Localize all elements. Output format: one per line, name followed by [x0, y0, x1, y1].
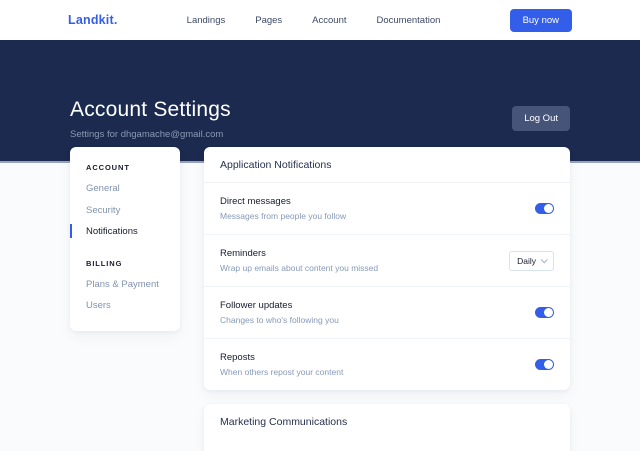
- marketing-communications-card: Marketing Communications: [204, 404, 570, 451]
- row-text: Direct messages Messages from people you…: [220, 196, 346, 221]
- hero-text: Account Settings Settings for dhgamache@…: [70, 98, 231, 140]
- reposts-toggle[interactable]: [535, 359, 554, 370]
- row-text: Reminders Wrap up emails about content y…: [220, 248, 378, 273]
- row-subtitle: When others repost your content: [220, 367, 343, 377]
- nav-links: Landings Pages Account Documentation: [118, 15, 510, 26]
- row-direct-messages: Direct messages Messages from people you…: [204, 183, 570, 234]
- chevron-down-icon: [541, 256, 548, 263]
- nav-link-pages[interactable]: Pages: [255, 15, 282, 26]
- row-follower-updates: Follower updates Changes to who's follow…: [204, 286, 570, 338]
- toggle-knob: [544, 308, 553, 317]
- page-subtitle: Settings for dhgamache@gmail.com: [70, 129, 231, 140]
- toggle-knob: [544, 204, 553, 213]
- row-title: Follower updates: [220, 300, 339, 311]
- sidebar-divider: [86, 247, 164, 259]
- hero-banner: Account Settings Settings for dhgamache@…: [0, 40, 640, 163]
- row-title: Reminders: [220, 248, 378, 259]
- row-reminders: Reminders Wrap up emails about content y…: [204, 234, 570, 286]
- sidebar-item-security[interactable]: Security: [86, 204, 164, 218]
- navbar: Landkit. Landings Pages Account Document…: [0, 0, 640, 40]
- row-text: Reposts When others repost your content: [220, 352, 343, 377]
- main-content: ACCOUNT General Security Notifications B…: [70, 147, 570, 451]
- sidebar-item-plans-payment[interactable]: Plans & Payment: [86, 278, 164, 292]
- card-header-marketing-communications: Marketing Communications: [204, 404, 570, 439]
- row-subtitle: Wrap up emails about content you missed: [220, 263, 378, 273]
- card-header-application-notifications: Application Notifications: [204, 147, 570, 183]
- reminders-frequency-select[interactable]: Daily: [509, 251, 554, 271]
- buy-now-button[interactable]: Buy now: [510, 9, 572, 32]
- follower-updates-toggle[interactable]: [535, 307, 554, 318]
- settings-sidebar: ACCOUNT General Security Notifications B…: [70, 147, 180, 331]
- logo[interactable]: Landkit.: [68, 13, 118, 27]
- nav-link-landings[interactable]: Landings: [187, 15, 226, 26]
- application-notifications-card: Application Notifications Direct message…: [204, 147, 570, 390]
- row-reposts: Reposts When others repost your content: [204, 338, 570, 390]
- selected-value: Daily: [517, 256, 536, 266]
- sidebar-section-billing: BILLING: [86, 259, 164, 268]
- toggle-knob: [544, 360, 553, 369]
- row-title: Reposts: [220, 352, 343, 363]
- page-title: Account Settings: [70, 98, 231, 122]
- row-title: Direct messages: [220, 196, 346, 207]
- settings-content: Application Notifications Direct message…: [204, 147, 570, 451]
- row-text: Follower updates Changes to who's follow…: [220, 300, 339, 325]
- direct-messages-toggle[interactable]: [535, 203, 554, 214]
- log-out-button[interactable]: Log Out: [512, 106, 570, 131]
- row-subtitle: Changes to who's following you: [220, 315, 339, 325]
- sidebar-item-general[interactable]: General: [86, 182, 164, 196]
- sidebar-item-users[interactable]: Users: [86, 299, 164, 313]
- sidebar-item-notifications[interactable]: Notifications: [86, 225, 164, 239]
- row-subtitle: Messages from people you follow: [220, 211, 346, 221]
- nav-link-account[interactable]: Account: [312, 15, 346, 26]
- nav-link-documentation[interactable]: Documentation: [377, 15, 441, 26]
- sidebar-section-account: ACCOUNT: [86, 163, 164, 172]
